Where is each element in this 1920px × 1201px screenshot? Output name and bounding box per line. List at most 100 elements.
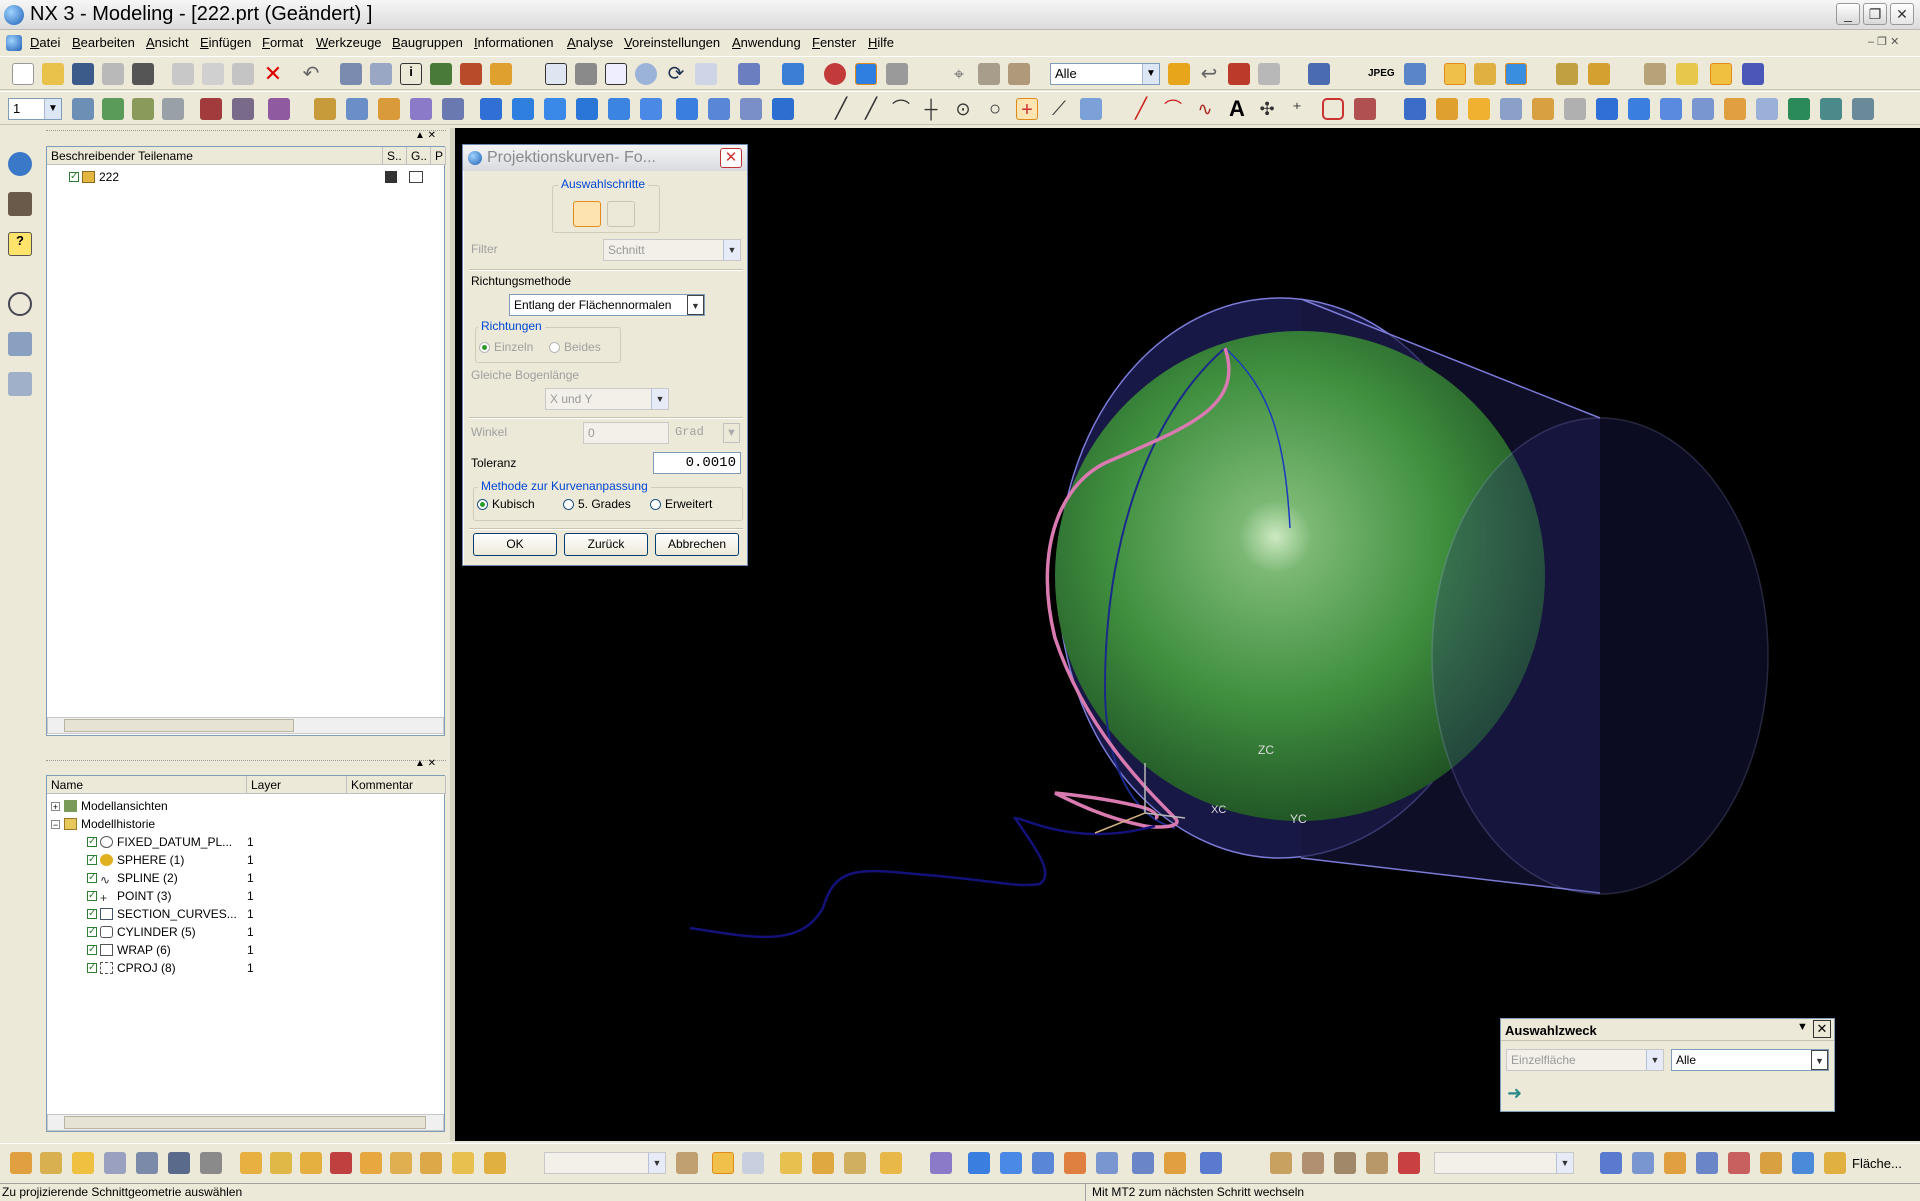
menu-einfuegen[interactable]: Einfügen <box>200 35 251 50</box>
fit-cubic-option[interactable]: Kubisch <box>477 497 535 511</box>
fillet-icon[interactable] <box>1788 98 1810 120</box>
minimize-button[interactable]: _ <box>1836 3 1860 25</box>
col-comment[interactable]: Kommentar <box>347 776 446 794</box>
col-part-name[interactable]: Beschreibender Teilename <box>47 147 383 165</box>
arc-icon[interactable]: ⌒ <box>890 98 912 120</box>
tool-icon-23[interactable] <box>880 1152 902 1174</box>
menu-werkzeuge[interactable]: Werkzeuge <box>316 35 382 50</box>
horizontal-scrollbar[interactable] <box>47 717 444 734</box>
wcs-icon[interactable] <box>200 98 222 120</box>
back-button[interactable]: Zurück <box>564 533 648 556</box>
modeling-icon[interactable] <box>1444 63 1466 85</box>
menu-fenster[interactable]: Fenster <box>812 35 856 50</box>
expand-icon[interactable]: + <box>51 802 60 812</box>
move-to-layer-icon[interactable] <box>162 98 184 120</box>
tool-icon-35[interactable] <box>1334 1152 1356 1174</box>
menu-baugruppen[interactable]: Baugruppen <box>392 35 463 50</box>
close-button[interactable]: ✕ <box>1890 3 1914 25</box>
tool-icon-42[interactable] <box>1728 1152 1750 1174</box>
zoom-window-icon[interactable] <box>575 63 597 85</box>
checkbox-icon[interactable] <box>87 852 97 868</box>
spline-curve[interactable] <box>689 816 1156 939</box>
tool-icon-27[interactable] <box>1032 1152 1054 1174</box>
wcs-display-icon[interactable] <box>268 98 290 120</box>
insert-point-icon[interactable]: ✣ <box>1256 98 1278 120</box>
direction-method-select[interactable]: Entlang der Flächennormalen ▼ <box>509 294 705 316</box>
col-g[interactable]: G.. <box>407 147 431 165</box>
tool-icon-5[interactable] <box>136 1152 158 1174</box>
hole-icon[interactable] <box>608 98 630 120</box>
section-view-icon[interactable] <box>886 63 908 85</box>
zoom-icon[interactable] <box>605 63 627 85</box>
layer-visible-icon[interactable] <box>102 98 124 120</box>
tool-icon-45[interactable] <box>1824 1152 1846 1174</box>
new-file-icon[interactable] <box>12 63 34 85</box>
nx-app-icon[interactable] <box>4 5 24 25</box>
tree-row-part[interactable]: 222 <box>69 169 119 185</box>
panel-close-icon[interactable]: ✕ <box>1813 1020 1831 1038</box>
undo-selection-icon[interactable]: ↩ <box>1198 63 1220 85</box>
face-analysis-icon[interactable] <box>824 63 846 85</box>
tool-icon-36[interactable] <box>1366 1152 1388 1174</box>
tool-icon-37[interactable] <box>1398 1152 1420 1174</box>
pad-icon[interactable] <box>708 98 730 120</box>
pencil-icon[interactable] <box>1644 63 1666 85</box>
tool-icon-24[interactable] <box>930 1152 952 1174</box>
system-menu-icon[interactable] <box>6 35 22 51</box>
object-display-icon[interactable] <box>370 63 392 85</box>
wave-icon[interactable] <box>1710 63 1732 85</box>
menu-bearbeiten[interactable]: Bearbeiten <box>72 35 135 50</box>
checkbox-icon[interactable] <box>87 834 97 850</box>
delete-icon[interactable]: ✕ <box>262 63 284 85</box>
panel-gripper-2[interactable] <box>46 760 446 770</box>
tool-icon-20[interactable] <box>780 1152 802 1174</box>
paste-icon[interactable] <box>232 63 254 85</box>
block-icon[interactable] <box>480 98 502 120</box>
tool-icon-21[interactable] <box>812 1152 834 1174</box>
point-set-tool-icon[interactable]: ⁺ <box>1286 98 1308 120</box>
undo-icon[interactable]: ↶ <box>300 63 322 85</box>
tolerance-input[interactable]: 0.0010 <box>653 452 741 474</box>
quilt-icon[interactable] <box>1724 98 1746 120</box>
surface-icon[interactable] <box>1404 98 1426 120</box>
col-status[interactable]: S.. <box>383 147 407 165</box>
cancel-button[interactable]: Abbrechen <box>655 533 739 556</box>
checkbox-icon[interactable] <box>69 169 79 185</box>
tool-icon-31[interactable] <box>1164 1152 1186 1174</box>
sketch-tool-icon[interactable] <box>314 98 336 120</box>
tool-icon-3[interactable] <box>72 1152 94 1174</box>
menu-voreinstellungen[interactable]: Voreinstellungen <box>624 35 720 50</box>
radio-icon[interactable] <box>650 499 661 510</box>
drafting-icon[interactable] <box>1474 63 1496 85</box>
radio-icon[interactable] <box>477 499 488 510</box>
tool-icon-25[interactable] <box>968 1152 990 1174</box>
plot-icon[interactable] <box>132 63 154 85</box>
menu-informationen[interactable]: Informationen <box>474 35 554 50</box>
revolve-icon[interactable] <box>378 98 400 120</box>
feature-row[interactable]: + POINT (3) <box>87 888 171 904</box>
step-face-select-icon[interactable] <box>607 201 635 227</box>
pan-icon[interactable] <box>695 63 717 85</box>
tool-icon-39[interactable] <box>1632 1152 1654 1174</box>
radio-icon[interactable] <box>563 499 574 510</box>
doc-window-controls-icon[interactable]: – ❐ ✕ <box>1868 35 1899 48</box>
line-icon[interactable]: ╱ <box>830 98 852 120</box>
chevron-down-icon[interactable]: ▼ <box>44 99 61 119</box>
tool-icon-8[interactable] <box>240 1152 262 1174</box>
col-layer[interactable]: Layer <box>247 776 347 794</box>
point-set-icon[interactable]: ⟋ <box>1048 98 1070 120</box>
tree-row-history[interactable]: − Modellhistorie <box>51 816 155 832</box>
fit-quintic-option[interactable]: 5. Grades <box>563 497 631 511</box>
feature-row[interactable]: SECTION_CURVES... <box>87 906 237 922</box>
groove-icon[interactable] <box>772 98 794 120</box>
tool-icon-22[interactable] <box>844 1152 866 1174</box>
layer-settings-icon[interactable] <box>1308 63 1330 85</box>
dialog-titlebar[interactable]: Projektionskurven- Fo... ✕ <box>463 145 747 171</box>
sweep-icon[interactable] <box>410 98 432 120</box>
save-icon[interactable] <box>72 63 94 85</box>
col-p[interactable]: P <box>431 147 446 165</box>
circle-icon[interactable]: ○ <box>984 98 1006 120</box>
feature-row[interactable]: SPHERE (1) <box>87 852 184 868</box>
line-tangent-icon[interactable]: ╱ <box>860 98 882 120</box>
edit-object-icon[interactable] <box>340 63 362 85</box>
